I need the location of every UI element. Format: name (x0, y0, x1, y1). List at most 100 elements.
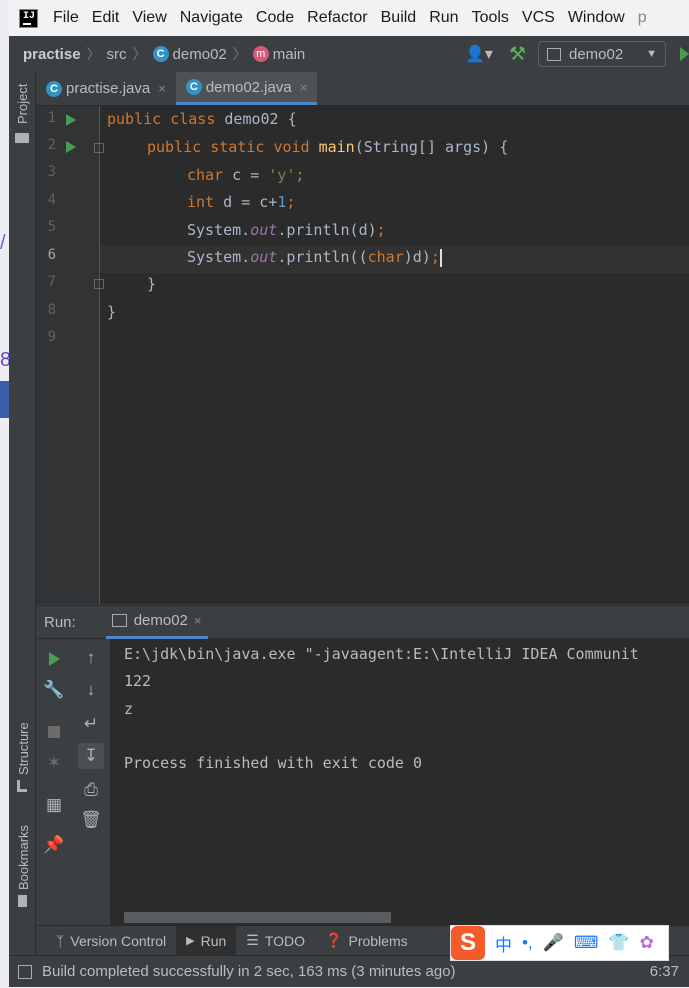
chevron-right-icon: 〉 (86, 46, 101, 62)
rerun-icon[interactable] (41, 645, 67, 671)
run-icon[interactable] (680, 47, 689, 61)
console-output[interactable]: E:\jdk\bin\java.exe "-javaagent:E:\Intel… (110, 639, 689, 925)
code-text: c = (223, 166, 269, 184)
run-panel-header: Run: demo02 × (36, 605, 689, 639)
ime-language-toggle[interactable]: 中 (495, 931, 512, 956)
console-line: z (124, 700, 134, 718)
tool-version-control[interactable]: ᛉ Version Control (46, 926, 176, 956)
tab-practise-java[interactable]: C practise.java × (36, 72, 176, 105)
structure-tool-label[interactable]: Structure (16, 722, 31, 775)
skin-shirt-icon[interactable]: 👕 (608, 933, 629, 953)
status-message[interactable]: Build completed successfully in 2 sec, 1… (42, 963, 456, 980)
sogou-logo-icon[interactable]: S (451, 926, 485, 960)
structure-icon[interactable] (17, 780, 27, 792)
intellij-logo-icon[interactable]: IJ (19, 8, 38, 28)
build-hammer-icon[interactable]: ⚒ (509, 43, 526, 66)
close-icon[interactable]: × (300, 80, 308, 95)
run-tab-demo02[interactable]: demo02 × (105, 605, 208, 639)
microphone-icon[interactable]: 🎤 (543, 933, 564, 953)
run-gutter-icon[interactable] (66, 141, 76, 153)
code-text: d = c+ (214, 193, 278, 211)
run-gutter-icon[interactable] (66, 114, 76, 126)
tool-todo[interactable]: ☰ TODO (236, 926, 315, 956)
code-line-4: int d = c+1; (187, 189, 295, 216)
pin-icon[interactable]: 📌 (41, 832, 67, 858)
line-number: 2 (47, 137, 56, 153)
tool-label: Problems (348, 932, 408, 949)
code-line-3: char c = 'y'; (187, 162, 304, 189)
breadcrumb-project[interactable]: practise (23, 46, 81, 63)
keyword: int (187, 193, 215, 211)
menu-navigate[interactable]: Navigate (180, 9, 243, 27)
breadcrumb-method[interactable]: main (273, 46, 306, 63)
menu-bar: IJ File Edit View Navigate Code Refactor… (9, 0, 689, 36)
print-icon[interactable]: ⎙ (78, 777, 104, 803)
menu-tools[interactable]: Tools (472, 9, 509, 27)
wrench-icon[interactable]: 🔧 (41, 677, 67, 703)
layout-icon[interactable]: ▦ (41, 792, 67, 818)
chevron-right-icon: 〉 (132, 46, 147, 62)
config-icon (547, 47, 561, 61)
menu-file[interactable]: File (53, 9, 79, 27)
scroll-to-end-icon[interactable]: ↧ (78, 743, 104, 769)
code-text: .println(d) (277, 221, 377, 239)
ime-punctuation-toggle[interactable]: •, (522, 933, 533, 953)
user-icon[interactable]: 👤▾ (465, 44, 493, 64)
left-tool-strip: Project Structure Bookmarks (9, 72, 36, 955)
editor-tabs: C practise.java × C demo02.java × (36, 72, 689, 106)
line-number: 4 (47, 192, 56, 208)
status-toggle-icon[interactable] (18, 964, 32, 979)
menu-edit[interactable]: Edit (92, 9, 120, 27)
folder-icon[interactable] (15, 133, 29, 143)
bookmark-icon[interactable] (18, 895, 27, 907)
chevron-right-icon: 〉 (232, 46, 247, 62)
semicolon: ; (295, 166, 305, 184)
list-icon: ☰ (246, 932, 259, 948)
code-line-1: public class demo02 { (107, 106, 297, 133)
fold-icon[interactable] (94, 143, 104, 153)
tool-label: Run (200, 932, 227, 949)
tab-demo02-java[interactable]: C demo02.java × (175, 72, 318, 105)
menu-vcs[interactable]: VCS (522, 9, 555, 27)
semicolon: ; (286, 193, 296, 211)
breadcrumb-class[interactable]: demo02 (173, 46, 227, 63)
code-text: .println(( (277, 248, 368, 266)
breadcrumb-src[interactable]: src (107, 46, 127, 63)
run-configuration-select[interactable]: demo02 ▼ (538, 41, 666, 67)
background-highlight (0, 381, 9, 418)
menu-code[interactable]: Code (256, 9, 294, 27)
tool-label: TODO (264, 932, 306, 949)
bookmarks-tool-label[interactable]: Bookmarks (16, 825, 31, 890)
menu-run[interactable]: Run (429, 9, 458, 27)
code-text: )d) (403, 248, 431, 266)
ime-toolbar[interactable]: S 中 •, 🎤 ⌨ 👕 ✿ (450, 925, 669, 961)
menu-view[interactable]: View (132, 9, 166, 27)
menu-build[interactable]: Build (381, 9, 417, 27)
fold-icon[interactable] (94, 279, 104, 289)
close-icon[interactable]: × (194, 613, 202, 628)
close-icon[interactable]: × (158, 81, 166, 96)
debug-bug-icon[interactable]: ✶ (41, 750, 67, 776)
code-line-2: public static void main(String[] args) { (147, 134, 508, 161)
run-toolbar-primary: 🔧 ✶ ▦ 📌 (36, 639, 72, 925)
chevron-down-icon: ▼ (646, 48, 657, 60)
menu-refactor[interactable]: Refactor (307, 9, 367, 27)
soft-wrap-icon[interactable]: ↵ (78, 711, 104, 737)
static-field: out (250, 221, 278, 239)
tool-run[interactable]: ▶ Run (176, 925, 237, 956)
stop-icon[interactable] (41, 718, 67, 744)
number-literal: 1 (277, 193, 287, 211)
tool-problems[interactable]: ❓ Problems (315, 926, 418, 956)
arrow-down-icon[interactable]: ↓ (78, 677, 104, 703)
menu-overflow[interactable]: p (638, 9, 647, 27)
line-number: 1 (47, 110, 56, 126)
menu-window[interactable]: Window (568, 9, 625, 27)
trash-icon[interactable]: 🗑 (78, 807, 104, 833)
toolbox-grid-icon[interactable]: ✿ (640, 933, 654, 953)
arrow-up-icon[interactable]: ↑ (78, 645, 104, 671)
horizontal-scrollbar[interactable] (124, 912, 391, 923)
project-tool-label[interactable]: Project (15, 84, 30, 124)
line-number: 5 (47, 219, 56, 235)
keyboard-icon[interactable]: ⌨ (574, 933, 599, 953)
code-editor[interactable]: 1 2 3 4 5 6 7 8 9 public class demo02 { … (36, 106, 689, 604)
